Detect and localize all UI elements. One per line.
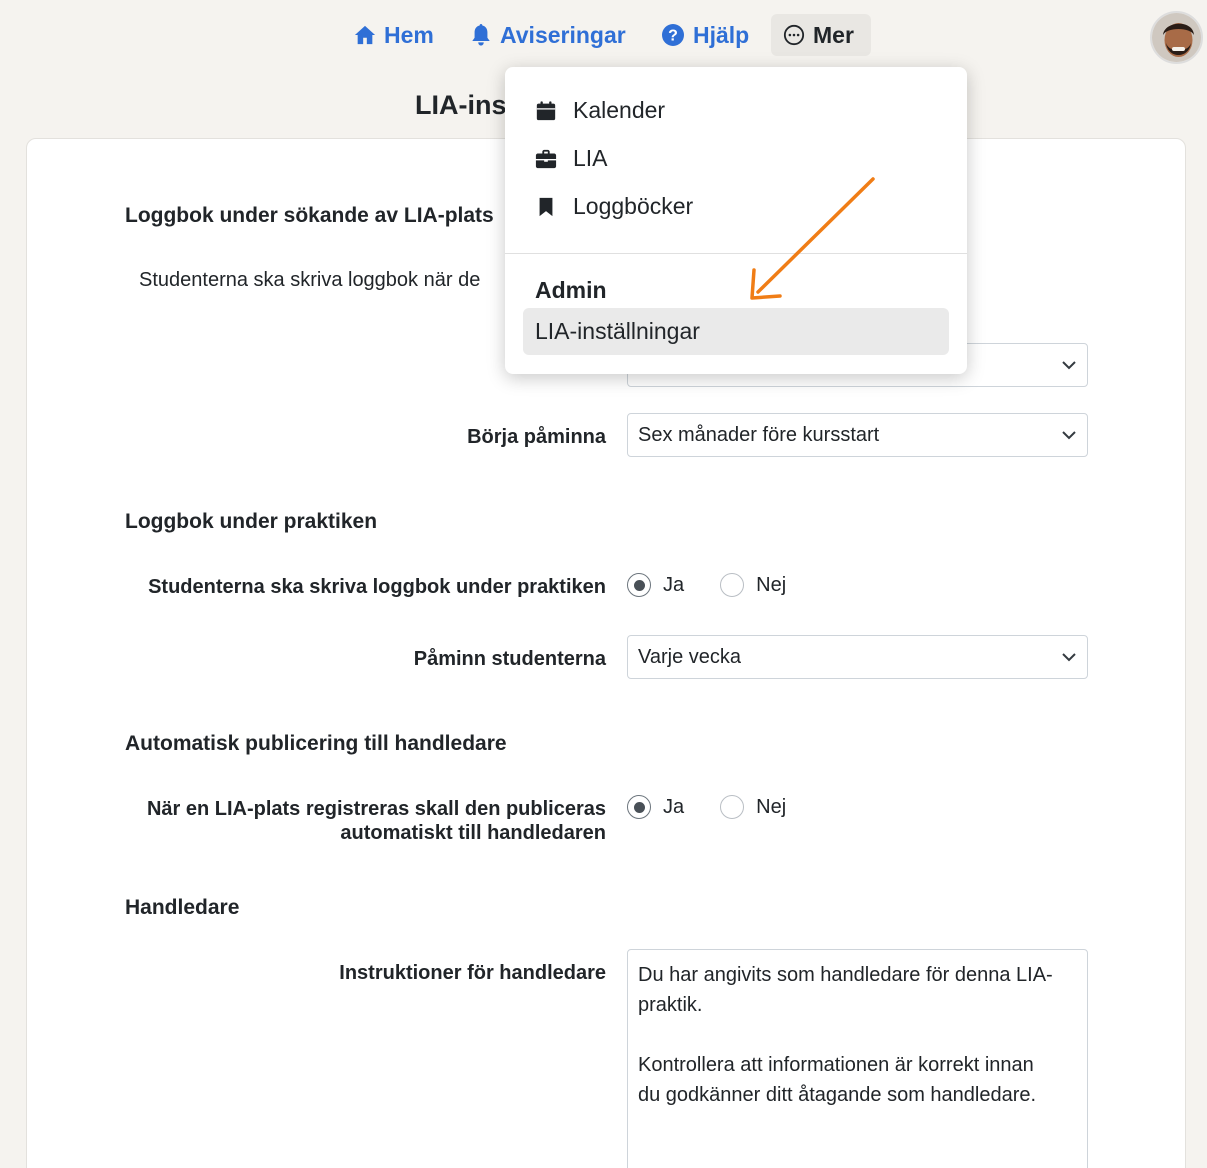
- annotation-arrow-icon: [750, 177, 875, 300]
- nav-more-label: Mer: [813, 21, 854, 48]
- supervisor-instructions-textarea[interactable]: Du har angivits som handledare för denna…: [627, 949, 1088, 1168]
- practice-remind-value: Varje vecka: [638, 645, 742, 668]
- dropdown-divider: [505, 253, 967, 254]
- section-heading-auto-publish: Automatisk publicering till handledare: [125, 732, 507, 755]
- practice-write-radio-group: Ja Nej: [627, 573, 786, 597]
- start-remind-value: Sex månader före kursstart: [638, 423, 880, 446]
- practice-remind-select[interactable]: Varje vecka: [627, 635, 1088, 679]
- briefcase-icon: [535, 149, 557, 168]
- section-heading-supervisor: Handledare: [125, 896, 240, 919]
- nav-more-button[interactable]: Mer: [771, 14, 871, 56]
- nav-help-link[interactable]: ? Hjälp: [661, 14, 749, 56]
- practice-write-label: Studenterna ska skriva loggbok under pra…: [148, 576, 606, 598]
- user-avatar[interactable]: [1150, 11, 1203, 64]
- dropdown-item-calendar-label: Kalender: [573, 97, 666, 123]
- chevron-down-icon: [1062, 361, 1076, 370]
- chevron-down-icon: [1062, 431, 1076, 440]
- nav-home-label: Hem: [384, 21, 434, 48]
- top-navigation: Hem Aviseringar ? Hjälp Mer: [0, 14, 1207, 58]
- svg-text:?: ?: [668, 28, 678, 45]
- start-remind-label: Börja påminna: [467, 426, 606, 448]
- page-title: LIA-ins: [415, 90, 507, 120]
- auto-publish-label-line1: När en LIA-plats registreras skall den p…: [146, 798, 606, 820]
- dropdown-item-logbooks[interactable]: Loggböcker: [535, 193, 693, 220]
- nav-notifications-link[interactable]: Aviseringar: [470, 14, 626, 56]
- dropdown-item-lia-label: LIA: [573, 145, 608, 171]
- section-heading-practice-logbook: Loggbok under praktiken: [125, 510, 378, 533]
- dropdown-item-lia[interactable]: LIA: [535, 145, 608, 172]
- section-heading-search-logbook: Loggbok under sökande av LIA-plats: [125, 204, 494, 227]
- nav-home-link[interactable]: Hem: [354, 14, 434, 56]
- auto-publish-radio-group: Ja Nej: [627, 795, 786, 819]
- bookmark-icon: [539, 197, 553, 216]
- bell-icon: [472, 24, 490, 46]
- nav-notifications-label: Aviseringar: [500, 21, 626, 48]
- dropdown-item-calendar[interactable]: Kalender: [535, 97, 665, 124]
- supervisor-instructions-label: Instruktioner för handledare: [339, 962, 606, 984]
- dropdown-item-logbooks-label: Loggböcker: [573, 193, 694, 219]
- question-circle-icon: ?: [662, 24, 684, 46]
- practice-write-no-radio[interactable]: [720, 573, 745, 597]
- more-dropdown-menu: Kalender LIA Loggböcker Admin LIA-instäl…: [505, 67, 967, 374]
- auto-publish-label-line2: automatiskt till handledaren: [340, 822, 606, 844]
- dropdown-admin-header: Admin: [535, 277, 607, 303]
- dropdown-item-lia-settings[interactable]: LIA-inställningar: [523, 308, 949, 355]
- nav-help-label: Hjälp: [693, 21, 750, 48]
- auto-publish-yes-radio[interactable]: [627, 795, 651, 819]
- chevron-down-icon: [1062, 653, 1076, 662]
- practice-remind-label: Påminn studenterna: [413, 648, 606, 670]
- more-dots-circle-icon: [783, 24, 805, 46]
- auto-publish-yes-label: Ja: [663, 795, 685, 818]
- practice-write-yes-radio[interactable]: [627, 573, 651, 597]
- auto-publish-no-label: Nej: [756, 795, 787, 818]
- practice-write-yes-label: Ja: [663, 573, 685, 596]
- calendar-icon: [536, 100, 556, 120]
- home-icon: [354, 25, 376, 45]
- search-logbook-description: Studenterna ska skriva loggbok när de: [139, 269, 481, 291]
- practice-write-no-label: Nej: [756, 573, 787, 596]
- start-remind-select[interactable]: Sex månader före kursstart: [627, 413, 1088, 457]
- auto-publish-label: När en LIA-plats registreras skall den p…: [147, 797, 606, 845]
- auto-publish-no-radio[interactable]: [720, 795, 745, 819]
